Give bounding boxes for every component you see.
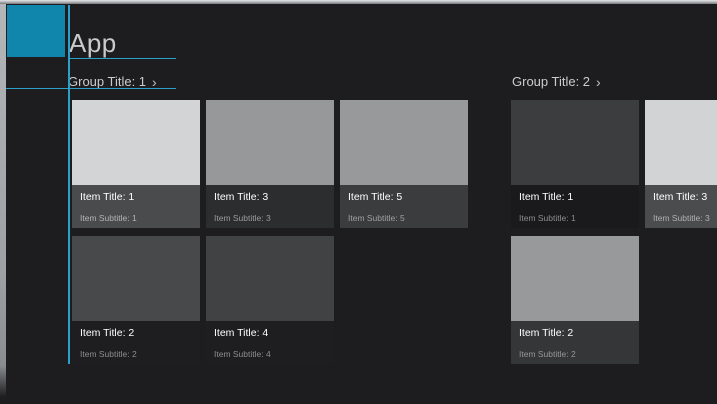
app-screen: App Group Title: 1 › Item Title: 1 Item … [0,0,717,404]
tile-title: Item Title: 5 [348,191,460,204]
tile-image-placeholder [645,100,717,185]
group-title-label: Group Title: 2 [512,74,590,89]
tile-title: Item Title: 4 [214,327,326,340]
tile-title: Item Title: 3 [653,191,717,204]
tile-item[interactable]: Item Title: 4 Item Subtitle: 4 [206,236,334,364]
tile-item[interactable]: Item Title: 1 Item Subtitle: 1 [72,100,200,228]
group-1-tile-grid: Item Title: 1 Item Subtitle: 1 Item Titl… [72,100,468,364]
tile-caption: Item Title: 4 Item Subtitle: 4 [206,321,334,364]
tile-item[interactable]: Item Title: 2 Item Subtitle: 2 [72,236,200,364]
page-title: App [69,29,117,58]
window-edge-left [0,3,6,397]
group-header-2[interactable]: Group Title: 2 › [512,74,601,89]
tile-image-placeholder [511,236,639,321]
tile-caption: Item Title: 2 Item Subtitle: 2 [72,321,200,364]
tile-title: Item Title: 1 [519,191,631,204]
tile-caption: Item Title: 3 Item Subtitle: 3 [645,185,717,228]
tile-subtitle: Item Subtitle: 1 [80,214,137,223]
tile-caption: Item Title: 5 Item Subtitle: 5 [340,185,468,228]
chevron-right-icon: › [596,74,601,89]
tile-caption: Item Title: 1 Item Subtitle: 1 [72,185,200,228]
tile-image-placeholder [511,100,639,185]
alignment-guide-group-underline [0,88,176,89]
tile-subtitle: Item Subtitle: 2 [80,350,137,359]
tile-image-placeholder [72,236,200,321]
tile-title: Item Title: 1 [80,191,192,204]
tile-image-placeholder [340,100,468,185]
group-header-1[interactable]: Group Title: 1 › [68,74,157,89]
tile-image-placeholder [206,100,334,185]
tile-item[interactable]: Item Title: 3 Item Subtitle: 3 [206,100,334,228]
tile-caption: Item Title: 1 Item Subtitle: 1 [511,185,639,228]
tile-title: Item Title: 3 [214,191,326,204]
tile-item[interactable]: Item Title: 5 Item Subtitle: 5 [340,100,468,228]
tile-item[interactable]: Item Title: 1 Item Subtitle: 1 [511,100,639,228]
tile-subtitle: Item Subtitle: 5 [348,214,405,223]
tile-caption: Item Title: 2 Item Subtitle: 2 [511,321,639,364]
app-logo-placeholder [7,5,65,57]
tile-image-placeholder [206,236,334,321]
window-edge-top [0,0,717,4]
tile-item[interactable]: Item Title: 2 Item Subtitle: 2 [511,236,639,364]
tile-image-placeholder [72,100,200,185]
chevron-right-icon: › [152,74,157,89]
tile-item[interactable]: Item Title: 3 Item Subtitle: 3 [645,100,717,228]
tile-caption: Item Title: 3 Item Subtitle: 3 [206,185,334,228]
tile-subtitle: Item Subtitle: 2 [519,350,576,359]
alignment-guide-app-underline [68,58,176,59]
tile-subtitle: Item Subtitle: 4 [214,350,271,359]
tile-title: Item Title: 2 [80,327,192,340]
tile-subtitle: Item Subtitle: 1 [519,214,576,223]
group-2-tile-grid: Item Title: 1 Item Subtitle: 1 Item Titl… [511,100,717,364]
tile-subtitle: Item Subtitle: 3 [214,214,271,223]
tile-subtitle: Item Subtitle: 3 [653,214,710,223]
tile-title: Item Title: 2 [519,327,631,340]
group-title-label: Group Title: 1 [68,74,146,89]
